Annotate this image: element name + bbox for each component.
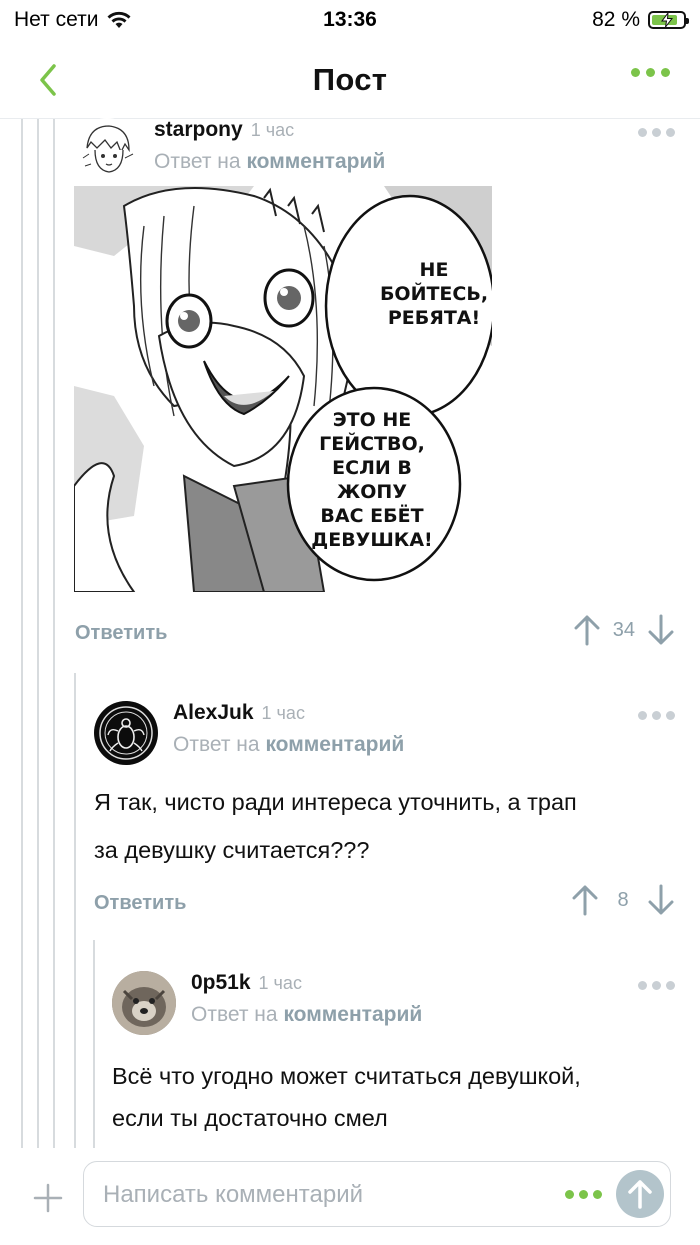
- thread-line: [74, 673, 76, 1148]
- more-dot: [565, 1190, 574, 1199]
- reply-button[interactable]: Ответить: [94, 892, 186, 915]
- comment-input-placeholder: Написать комментарий: [103, 1181, 364, 1208]
- more-dot: [579, 1190, 588, 1199]
- comment-author[interactable]: 0p51k 1 час: [191, 971, 302, 995]
- rating-count: 8: [617, 888, 629, 911]
- downvote-arrow-icon[interactable]: [647, 884, 675, 916]
- comment-text-line: если ты достаточно смел: [112, 1105, 388, 1131]
- reply-to-prefix: Ответ на: [173, 733, 260, 756]
- user-avatar-image: [112, 971, 176, 1035]
- comment-actions: Ответить 34: [75, 614, 675, 654]
- reply-to: Ответ на комментарий: [173, 733, 404, 757]
- battery-icon: [648, 11, 689, 29]
- page-title: Пост: [312, 62, 388, 97]
- comment-author[interactable]: starpony 1 час: [154, 118, 294, 142]
- speech-text-line: ЭТО НЕ: [333, 409, 412, 431]
- comment-author[interactable]: AlexJuk 1 час: [173, 701, 305, 725]
- reply-to: Ответ на комментарий: [154, 150, 385, 174]
- header: Пост: [0, 48, 700, 112]
- comment-header: starpony 1 час Ответ на комментарий: [75, 118, 675, 182]
- more-dot: [631, 68, 640, 77]
- upvote-arrow-icon[interactable]: [573, 614, 601, 646]
- more-dot: [593, 1190, 602, 1199]
- composer-more-button[interactable]: [565, 1190, 602, 1199]
- comment-more-button[interactable]: [638, 128, 675, 137]
- comment-header: AlexJuk 1 час Ответ на комментарий: [94, 701, 675, 765]
- comment-input[interactable]: Написать комментарий: [83, 1161, 671, 1227]
- comment-composer: Написать комментарий: [0, 1148, 700, 1245]
- reply-to-link[interactable]: комментарий: [265, 733, 404, 756]
- reply-to: Ответ на комментарий: [191, 1003, 422, 1027]
- reply-to-link[interactable]: комментарий: [283, 1003, 422, 1026]
- speech-text-line: НЕ: [420, 259, 449, 281]
- rating-count: 34: [612, 618, 635, 641]
- speech-text-line: ДЕВУШКА!: [311, 529, 432, 551]
- add-attachment-button[interactable]: [32, 1182, 64, 1214]
- thread-line: [37, 119, 39, 1148]
- comment-text: Всё что угодно может считаться девушкой,…: [112, 1058, 675, 1136]
- comment-time: 1 час: [258, 973, 302, 993]
- status-right: 82 %: [592, 8, 689, 32]
- speech-text-line: ЖОПУ: [337, 481, 407, 503]
- avatar[interactable]: [112, 971, 176, 1035]
- more-dot: [646, 68, 655, 77]
- comment-text-line: Всё что угодно может считаться девушкой,: [112, 1063, 581, 1089]
- user-avatar-image: [99, 706, 153, 760]
- thread-line: [21, 119, 23, 1148]
- send-arrow-icon: [628, 1180, 652, 1209]
- more-dot: [661, 68, 670, 77]
- reply-to-prefix: Ответ на: [191, 1003, 278, 1026]
- battery-percent: 82 %: [592, 8, 640, 31]
- more-options-button[interactable]: [631, 68, 670, 77]
- status-bar: Нет сети 13:36 82 %: [0, 0, 700, 40]
- speech-text-line: РЕБЯТА!: [388, 307, 480, 329]
- thread-line: [53, 119, 55, 1148]
- rating: 34: [573, 614, 675, 646]
- reply-button[interactable]: Ответить: [75, 622, 167, 645]
- comment-time: 1 час: [261, 703, 305, 723]
- speech-text-line: ВАС ЕБЁТ: [320, 503, 423, 527]
- speech-text-line: ГЕЙСТВО,: [319, 432, 425, 455]
- upvote-arrow-icon[interactable]: [571, 884, 599, 916]
- author-name[interactable]: starpony: [154, 118, 243, 141]
- thread-line: [93, 940, 95, 1148]
- rating: 8: [571, 884, 675, 916]
- comment-more-button[interactable]: [638, 981, 675, 990]
- reply-to-link[interactable]: комментарий: [246, 150, 385, 173]
- charging-bolt-icon: [661, 13, 673, 27]
- comment-time: 1 час: [250, 120, 295, 140]
- comment-actions: Ответить 8: [94, 884, 675, 924]
- comment-more-button[interactable]: [638, 711, 675, 720]
- comment-text: Я так, чисто ради интереса уточнить, а т…: [94, 784, 675, 868]
- downvote-arrow-icon[interactable]: [647, 614, 675, 646]
- comment-image[interactable]: НЕ БОЙТЕСЬ, РЕБЯТА! ЭТО НЕ ГЕЙСТВО, ЕСЛИ…: [74, 186, 492, 592]
- user-avatar-image: [82, 125, 134, 173]
- manga-illustration: НЕ БОЙТЕСЬ, РЕБЯТА! ЭТО НЕ ГЕЙСТВО, ЕСЛИ…: [74, 186, 492, 592]
- battery-tip: [686, 18, 689, 24]
- avatar[interactable]: [94, 701, 158, 765]
- comment-text-line: за девушку считается???: [94, 837, 370, 863]
- comment-text-line: Я так, чисто ради интереса уточнить, а т…: [94, 789, 577, 815]
- author-name[interactable]: AlexJuk: [173, 701, 254, 724]
- comment-header: 0p51k 1 час Ответ на комментарий: [112, 971, 675, 1035]
- avatar[interactable]: [75, 118, 139, 182]
- reply-to-prefix: Ответ на: [154, 150, 241, 173]
- send-button[interactable]: [616, 1170, 664, 1218]
- author-name[interactable]: 0p51k: [191, 971, 251, 994]
- speech-text-line: ЕСЛИ В: [332, 457, 412, 479]
- speech-text-line: БОЙТЕСЬ,: [380, 282, 488, 305]
